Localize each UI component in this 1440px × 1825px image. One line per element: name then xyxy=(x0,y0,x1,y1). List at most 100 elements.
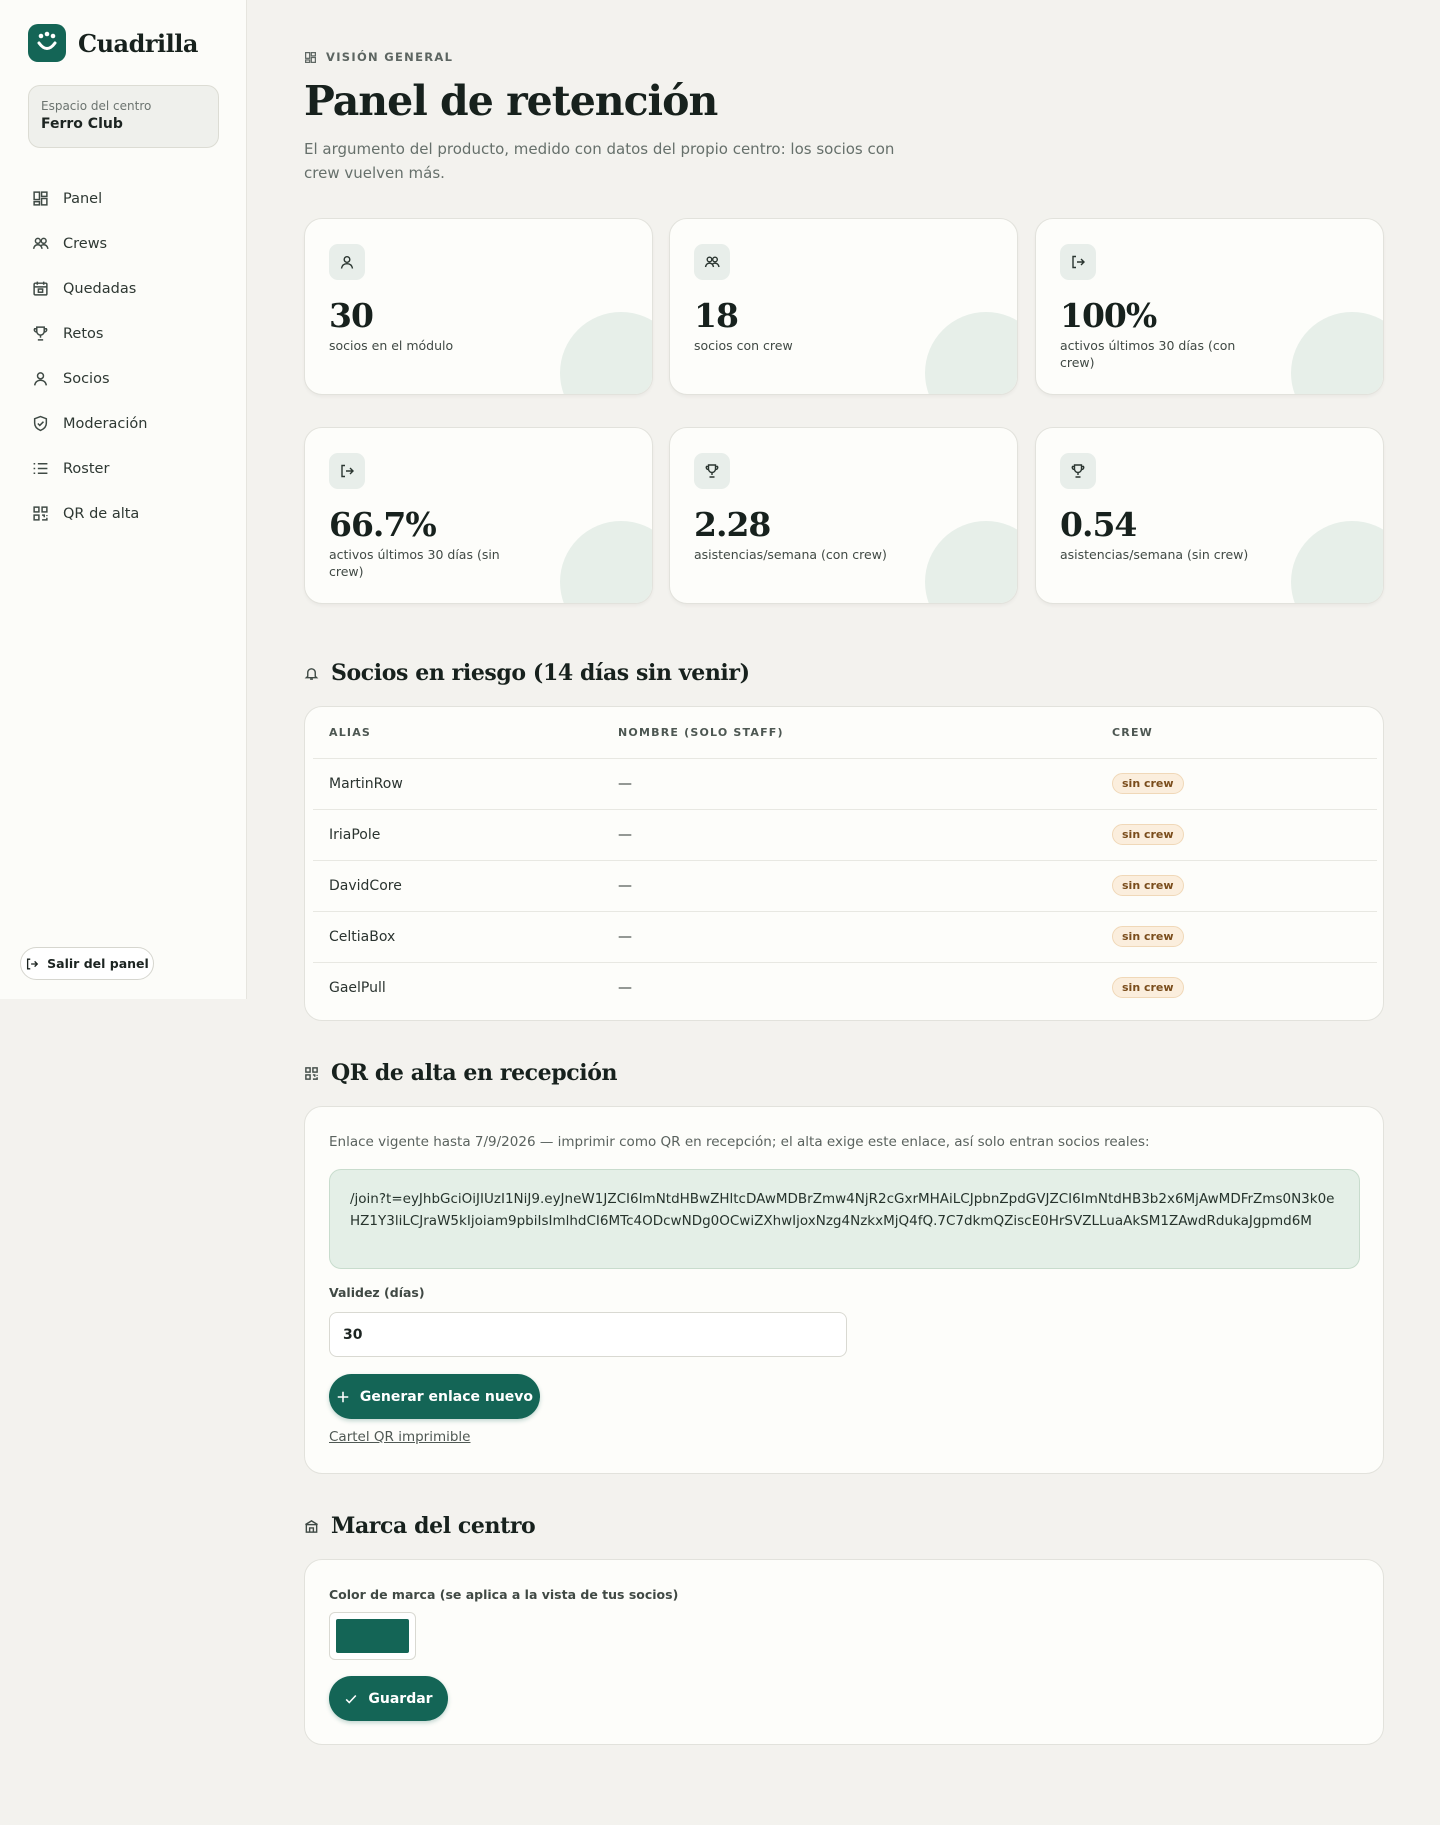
status-badge: sin crew xyxy=(1112,824,1184,845)
qr-note: Enlace vigente hasta 7/9/2026 — imprimir… xyxy=(329,1134,1150,1150)
stat-value: 66.7% xyxy=(329,505,437,544)
stat-label: socios en el módulo xyxy=(329,338,454,353)
check-icon xyxy=(346,1694,357,1704)
sidebar-item-label: Panel xyxy=(63,190,103,207)
page-title: Panel de retención xyxy=(304,77,718,125)
table-row[interactable]: CeltiaBox — sin crew xyxy=(313,910,1377,962)
table-row[interactable]: IriaPole — sin crew xyxy=(313,808,1377,860)
risk-table-panel: ALIAS NOMBRE (SOLO STAFF) CREW MartinRow… xyxy=(304,706,1384,1021)
cell-crew: sin crew xyxy=(1096,859,1377,911)
status-badge: sin crew xyxy=(1112,926,1184,947)
section-title-label: Socios en riesgo (14 días sin venir) xyxy=(331,660,750,686)
brand-color-picker[interactable] xyxy=(329,1612,416,1660)
trophy-icon xyxy=(1060,453,1096,489)
sidebar-item-retos[interactable]: Retos xyxy=(32,311,232,356)
status-badge: sin crew xyxy=(1112,977,1184,999)
table-row[interactable]: MartinRow — sin crew xyxy=(313,757,1377,809)
cell-alias: DavidCore xyxy=(313,859,602,911)
decorative-blob xyxy=(560,312,652,394)
section-title-label: QR de alta en recepción xyxy=(331,1060,618,1086)
sidebar-item-moderacion[interactable]: Moderación xyxy=(32,401,232,446)
trophy-icon xyxy=(33,326,48,341)
table-header-row: ALIAS NOMBRE (SOLO STAFF) CREW xyxy=(313,707,1377,758)
space-selector[interactable]: Espacio del centro Ferro Club xyxy=(28,85,219,148)
decorative-blob xyxy=(560,521,652,603)
stat-label: asistencias/semana (con crew) xyxy=(694,547,887,562)
dashboard-icon xyxy=(33,191,48,206)
logout-icon xyxy=(27,958,39,969)
column-header-alias: ALIAS xyxy=(329,725,372,739)
section-title-risk: Socios en riesgo (14 días sin venir) xyxy=(304,660,750,686)
login-icon xyxy=(329,453,365,489)
sidebar-item-label: Quedadas xyxy=(63,280,137,297)
stat-card: 2.28 asistencias/semana (con crew) xyxy=(669,427,1018,604)
page-description: El argumento del producto, medido con da… xyxy=(304,140,895,182)
qr-panel: Enlace vigente hasta 7/9/2026 — imprimir… xyxy=(304,1106,1384,1474)
section-title-label: Marca del centro xyxy=(331,1513,536,1539)
stat-card: 66.7% activos últimos 30 días (sin crew) xyxy=(304,427,653,604)
stat-label: asistencias/semana (sin crew) xyxy=(1060,547,1249,562)
eyebrow: VISIÓN GENERAL xyxy=(304,50,453,64)
stat-card: 100% activos últimos 30 días (con crew) xyxy=(1035,218,1384,395)
stat-value: 0.54 xyxy=(1060,505,1137,544)
eyebrow-label: VISIÓN GENERAL xyxy=(326,50,454,64)
section-title-qr: QR de alta en recepción xyxy=(304,1060,617,1086)
shield-icon xyxy=(33,415,48,432)
sidebar-item-label: Roster xyxy=(63,460,110,477)
brand-color-label: Color de marca (se aplica a la vista de … xyxy=(329,1587,679,1602)
cell-crew: sin crew xyxy=(1096,910,1377,962)
stat-value: 2.28 xyxy=(694,505,771,544)
cell-alias: CeltiaBox xyxy=(313,910,602,962)
sidebar-item-label: QR de alta xyxy=(63,505,140,522)
sidebar-item-crews[interactable]: Crews xyxy=(32,221,232,266)
sidebar-item-socios[interactable]: Socios xyxy=(32,356,232,401)
decorative-blob xyxy=(925,521,1017,603)
stat-card: 30 socios en el módulo xyxy=(304,218,653,395)
brand-panel: Color de marca (se aplica a la vista de … xyxy=(304,1559,1384,1745)
save-button[interactable]: Guardar xyxy=(329,1676,448,1721)
brand-logo-icon xyxy=(28,24,66,62)
calendar-icon xyxy=(33,281,48,296)
table-row[interactable]: DavidCore — sin crew xyxy=(313,859,1377,911)
cell-name: — xyxy=(602,910,1096,962)
poster-link[interactable]: Cartel QR imprimible xyxy=(329,1429,471,1445)
decorative-blob xyxy=(925,312,1017,394)
cell-name: — xyxy=(602,808,1096,860)
qr-icon xyxy=(305,1066,318,1080)
sidebar-item-label: Retos xyxy=(63,325,104,342)
building-icon xyxy=(305,1519,318,1533)
cell-alias: IriaPole xyxy=(313,808,602,860)
brand[interactable]: Cuadrilla xyxy=(28,24,198,62)
validity-input[interactable]: 30 xyxy=(329,1312,847,1357)
plus-icon xyxy=(337,1391,349,1402)
generate-link-button[interactable]: Generar enlace nuevo xyxy=(329,1374,540,1419)
decorative-blob xyxy=(1291,521,1383,603)
trophy-icon xyxy=(694,453,730,489)
sidebar-item-qr[interactable]: QR de alta xyxy=(32,491,232,536)
stat-card: 0.54 asistencias/semana (sin crew) xyxy=(1035,427,1384,604)
login-icon xyxy=(1060,244,1096,280)
user-icon xyxy=(33,372,48,386)
sidebar-item-roster[interactable]: Roster xyxy=(32,446,232,491)
sidebar-nav: Panel Crews Quedadas Retos Socios Modera… xyxy=(32,176,232,536)
brand-name: Cuadrilla xyxy=(78,28,198,58)
validity-label: Validez (días) xyxy=(329,1285,425,1300)
column-header-crew: CREW xyxy=(1112,725,1153,739)
users-icon xyxy=(694,244,730,280)
section-title-brand: Marca del centro xyxy=(304,1513,536,1539)
bell-icon xyxy=(304,667,319,680)
sidebar-item-label: Moderación xyxy=(63,415,148,432)
qr-icon xyxy=(33,506,48,521)
cell-name: — xyxy=(602,859,1096,911)
logout-button[interactable]: Salir del panel xyxy=(20,947,154,980)
dashboard-icon xyxy=(305,51,316,63)
cell-alias: GaelPull xyxy=(313,961,602,1013)
space-label: Espacio del centro xyxy=(41,99,152,113)
sidebar-item-quedadas[interactable]: Quedadas xyxy=(32,266,232,311)
join-link[interactable]: /join?t=eyJhbGciOiJIUzI1NiJ9.eyJneW1JZCI… xyxy=(329,1169,1360,1269)
sidebar-item-panel[interactable]: Panel xyxy=(32,176,232,221)
stat-value: 30 xyxy=(329,296,374,335)
decorative-blob xyxy=(1291,312,1383,394)
stat-label: activos últimos 30 días (sin crew) xyxy=(329,547,500,579)
table-row[interactable]: GaelPull — sin crew xyxy=(313,961,1377,1013)
